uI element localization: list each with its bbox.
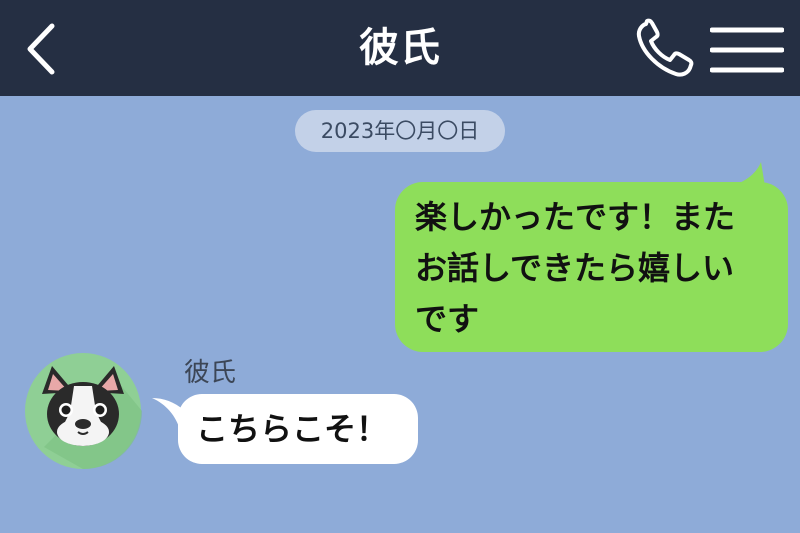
call-button[interactable] <box>632 18 698 80</box>
phone-icon <box>636 18 694 77</box>
incoming-message-text: こちらこそ！ <box>196 410 389 448</box>
outgoing-bubble: 楽しかったです！また お話しできたら嬉しい です <box>395 182 788 352</box>
contact-avatar[interactable] <box>24 352 142 470</box>
menu-button[interactable] <box>709 26 785 74</box>
incoming-bubble: こちらこそ！ <box>178 394 418 464</box>
outgoing-message-text: 楽しかったです！また お話しできたら嬉しい です <box>415 198 736 338</box>
outgoing-message[interactable]: 楽しかったです！また お話しできたら嬉しい です <box>395 160 790 354</box>
sender-name: 彼氏 <box>184 358 237 388</box>
dog-avatar-icon <box>25 353 142 470</box>
hamburger-menu-icon <box>709 27 785 73</box>
chat-header: 彼氏 <box>0 0 800 96</box>
incoming-message[interactable]: こちらこそ！ <box>150 390 420 470</box>
date-separator: 2023年〇月〇日 <box>295 110 505 152</box>
